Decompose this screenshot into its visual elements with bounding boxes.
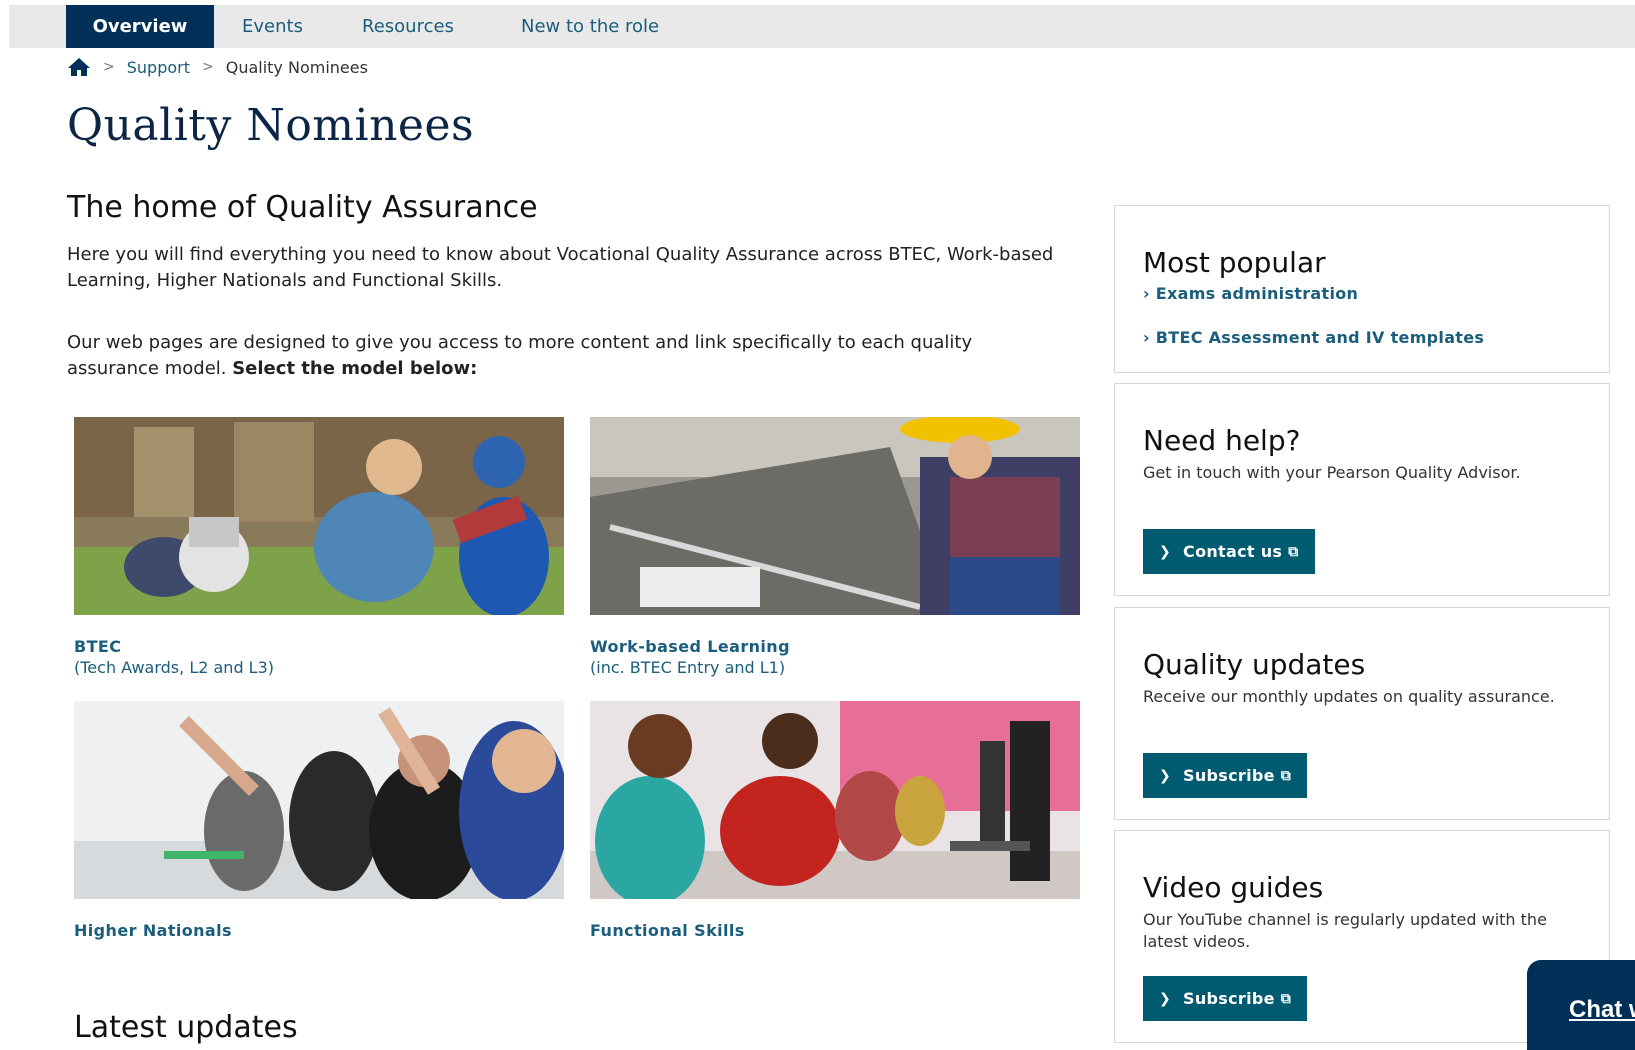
intro-text: Here you will find everything you need t… xyxy=(67,244,1054,291)
model-title[interactable]: Functional Skills xyxy=(590,921,1080,940)
chat-label[interactable]: Chat w xyxy=(1569,996,1635,1024)
breadcrumb-current: Quality Nominees xyxy=(225,57,368,77)
model-title[interactable]: Higher Nationals xyxy=(74,921,564,940)
breadcrumb-separator: > xyxy=(201,59,214,75)
video-guides-text: Our YouTube channel is regularly updated… xyxy=(1143,910,1547,951)
quality-updates-heading: Quality updates xyxy=(1143,648,1366,681)
popular-link-btec-templates[interactable]: › BTEC Assessment and IV templates xyxy=(1143,328,1484,347)
chevron-right-icon: ❯ xyxy=(1159,543,1172,560)
breadcrumb-support[interactable]: Support xyxy=(127,58,190,77)
model-card-work-based-learning[interactable]: Work-based Learning (inc. BTEC Entry and… xyxy=(590,417,1080,677)
breadcrumb: > Support > Quality Nominees xyxy=(67,56,368,78)
external-link-icon: ⧉ xyxy=(1288,543,1299,560)
chevron-right-icon: ❯ xyxy=(1159,767,1172,784)
tab-events[interactable]: Events xyxy=(242,5,303,48)
model-card-functional-skills[interactable]: Functional Skills xyxy=(590,701,1080,940)
chat-widget[interactable]: Chat w xyxy=(1527,960,1635,1050)
functional-skills-image[interactable] xyxy=(590,701,1080,899)
quality-updates-text: Receive our monthly updates on quality a… xyxy=(1143,687,1555,706)
work-based-learning-image[interactable] xyxy=(590,417,1080,615)
model-card-btec[interactable]: BTEC (Tech Awards, L2 and L3) xyxy=(74,417,564,677)
top-nav: Overview Events Resources New to the rol… xyxy=(9,5,1635,48)
subscribe-video-button[interactable]: ❯ Subscribe ⧉ xyxy=(1143,976,1308,1021)
most-popular-box: Most popular › Exams administration › BT… xyxy=(1114,205,1610,373)
video-guides-heading: Video guides xyxy=(1143,871,1324,904)
latest-updates-heading: Latest updates xyxy=(74,1010,298,1045)
btec-students-image[interactable] xyxy=(74,417,564,615)
tab-overview[interactable]: Overview xyxy=(66,5,214,48)
subscribe-updates-button[interactable]: ❯ Subscribe ⧉ xyxy=(1143,753,1308,798)
chevron-right-icon: ❯ xyxy=(1159,990,1172,1007)
model-subtitle: (Tech Awards, L2 and L3) xyxy=(74,658,275,677)
need-help-heading: Need help? xyxy=(1143,424,1301,457)
model-subtitle: (inc. BTEC Entry and L1) xyxy=(590,658,786,677)
select-model-prompt: Select the model below: xyxy=(232,358,478,379)
page-subtitle: The home of Quality Assurance xyxy=(67,190,538,225)
external-link-icon: ⧉ xyxy=(1280,767,1292,784)
model-title[interactable]: Work-based Learning xyxy=(590,637,1080,656)
home-icon[interactable] xyxy=(67,57,91,77)
model-title[interactable]: BTEC xyxy=(74,637,564,656)
higher-nationals-image[interactable] xyxy=(74,701,564,899)
model-card-higher-nationals[interactable]: Higher Nationals xyxy=(74,701,564,940)
page-title: Quality Nominees xyxy=(67,100,475,151)
popular-link-exams-administration[interactable]: › Exams administration xyxy=(1143,284,1358,303)
need-help-text: Get in touch with your Pearson Quality A… xyxy=(1143,463,1521,482)
tab-new-to-the-role[interactable]: New to the role xyxy=(521,5,659,48)
breadcrumb-separator: > xyxy=(103,59,115,75)
tab-resources[interactable]: Resources xyxy=(362,5,454,48)
need-help-box: Need help? Get in touch with your Pearso… xyxy=(1114,383,1610,596)
model-intro-text: Our web pages are designed to give you a… xyxy=(67,332,973,379)
most-popular-heading: Most popular xyxy=(1143,246,1326,279)
quality-updates-box: Quality updates Receive our monthly upda… xyxy=(1114,607,1610,820)
external-link-icon: ⧉ xyxy=(1280,990,1292,1007)
contact-us-button[interactable]: ❯ Contact us ⧉ xyxy=(1143,529,1315,574)
